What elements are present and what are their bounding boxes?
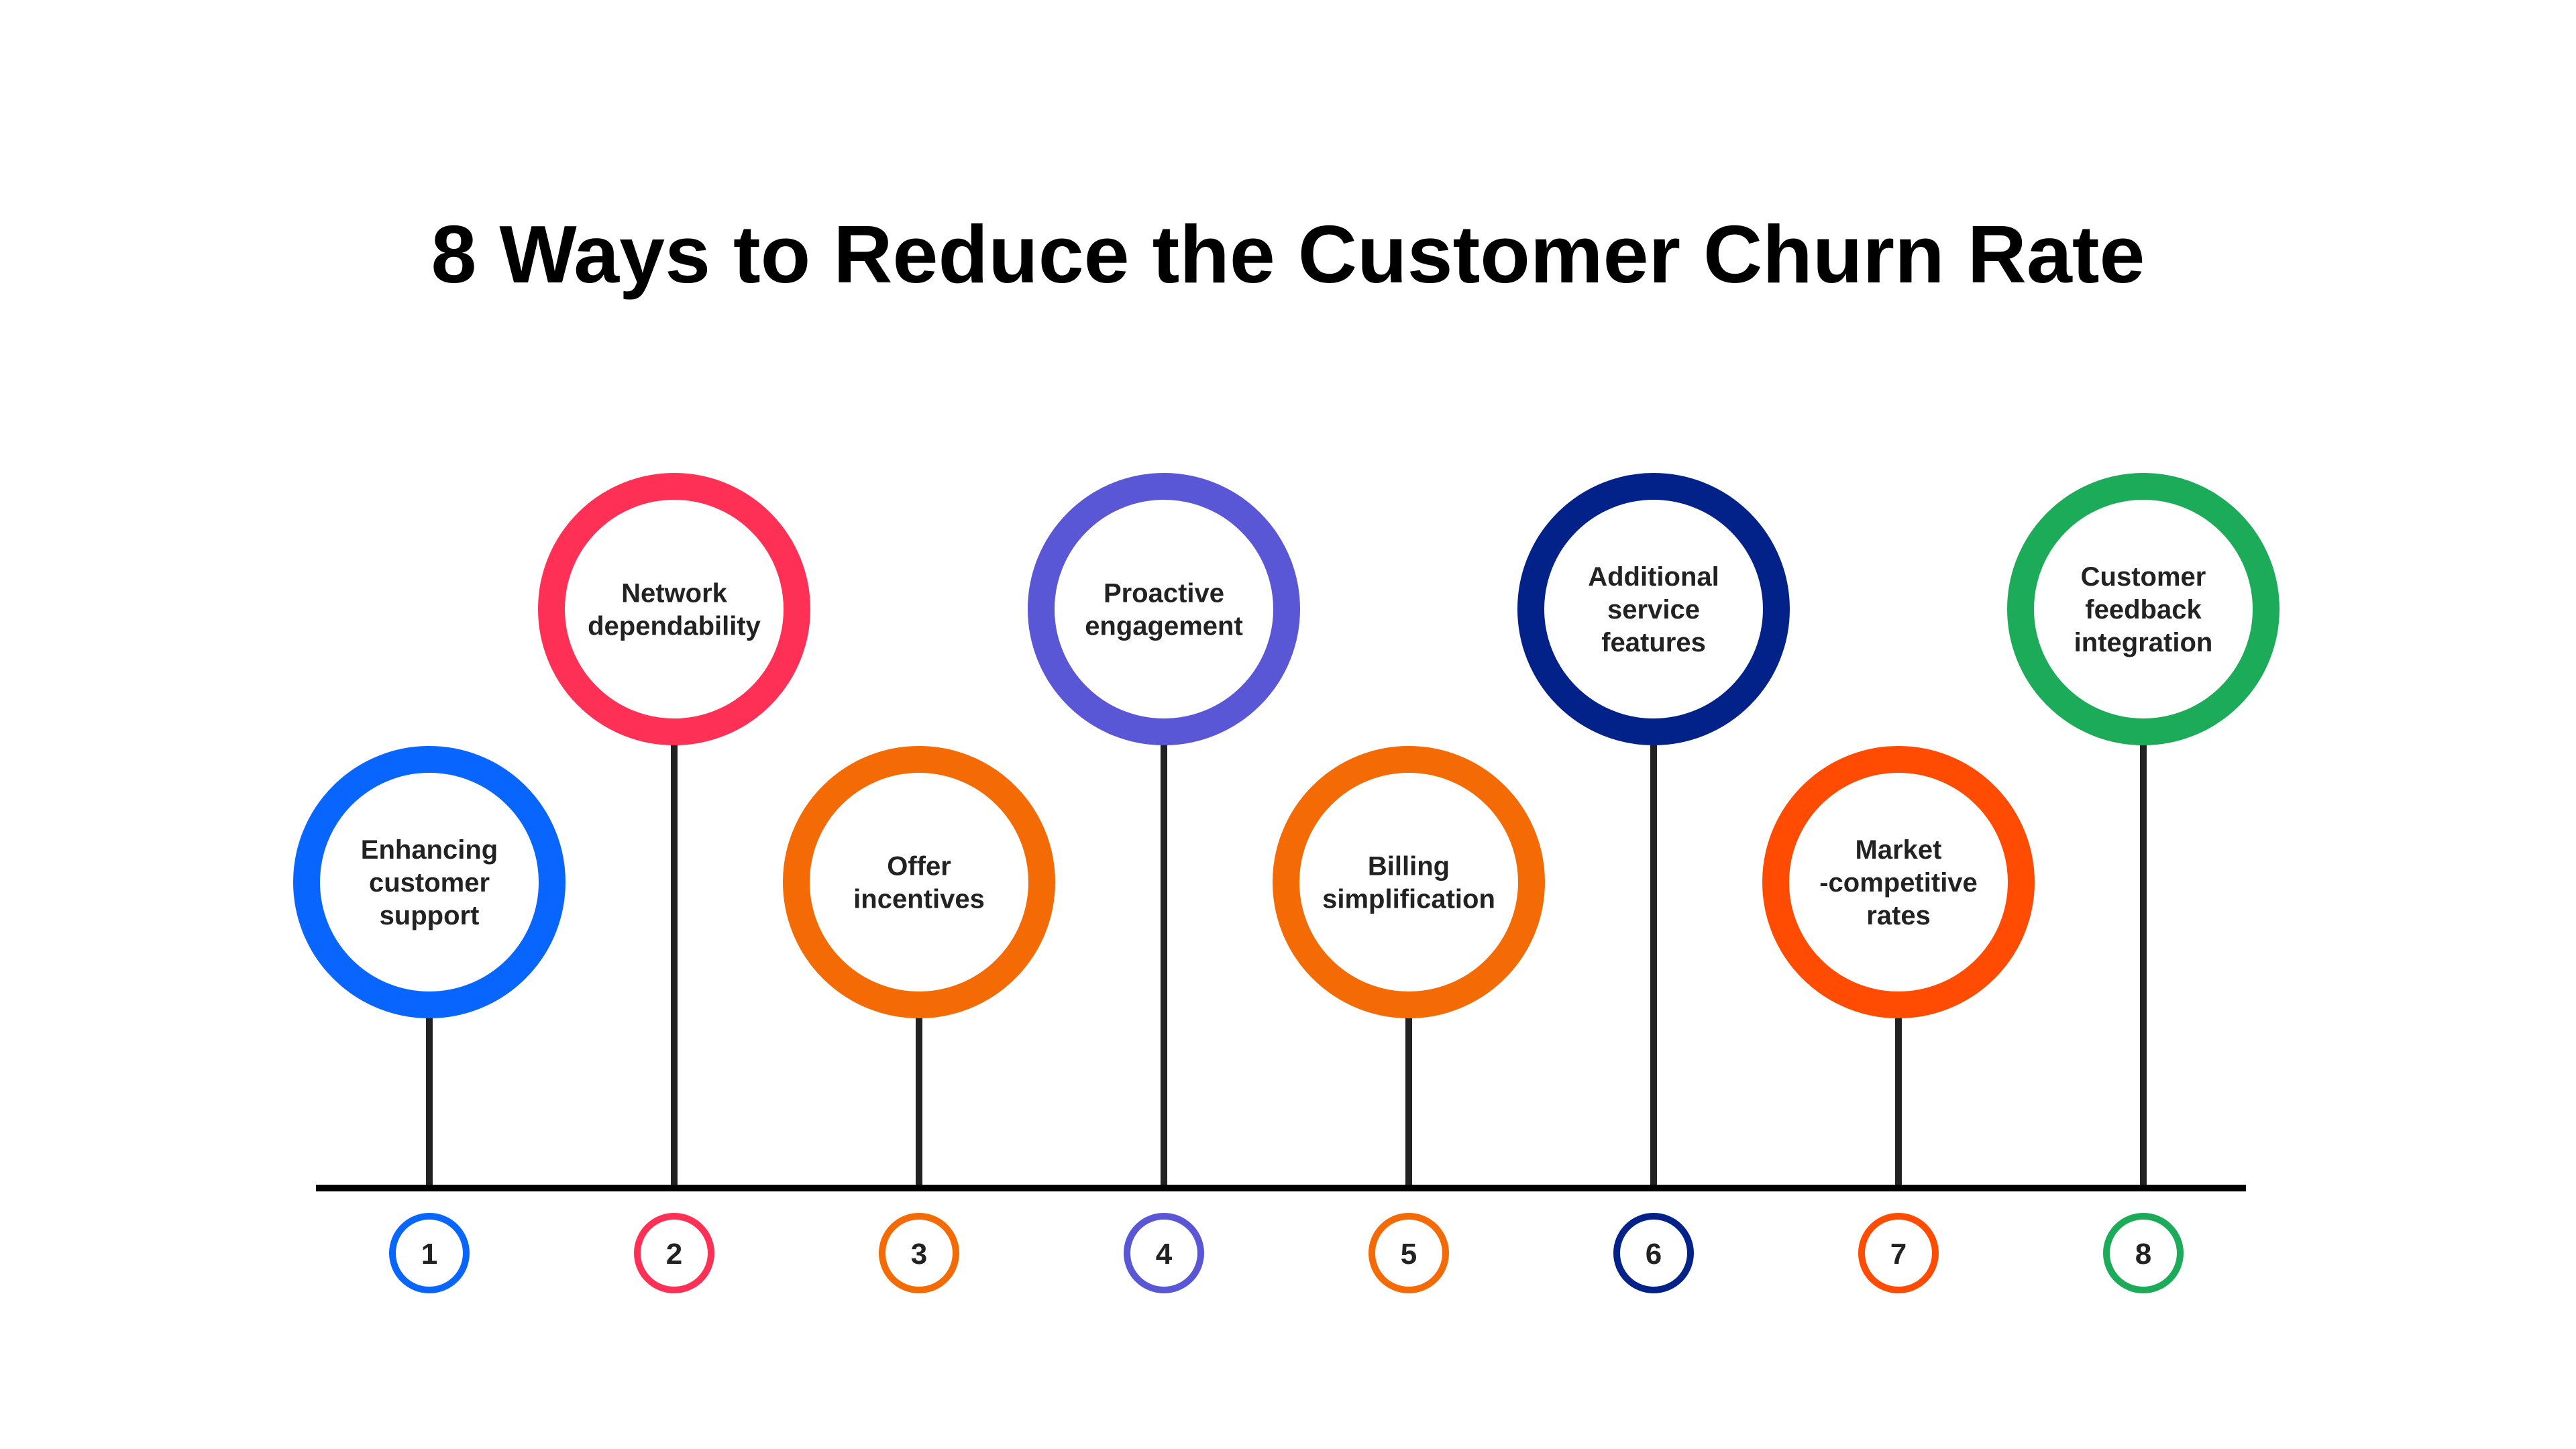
step-stem [426, 1005, 433, 1185]
step-label-line: Proactive [1104, 579, 1224, 608]
step-label-line: dependability [588, 612, 761, 641]
step-stem [1405, 1005, 1412, 1185]
step-label-line: -competitive [1819, 868, 1978, 898]
infographic-canvas: 8 Ways to Reduce the Customer Churn Rate… [0, 0, 2576, 1449]
step-label: Customer feedback integration [2074, 562, 2213, 657]
step-label-line: features [1601, 628, 1706, 657]
step-number: 8 [2135, 1238, 2151, 1271]
step-stem [1161, 732, 1167, 1185]
step-number: 2 [666, 1238, 682, 1271]
step-label-line: support [380, 901, 480, 930]
step-label-line: Enhancing [361, 835, 498, 865]
step-label-line: Billing [1368, 852, 1450, 881]
step-stem [916, 1005, 922, 1185]
step-number: 7 [1890, 1238, 1907, 1271]
step-label-line: service [1607, 595, 1700, 625]
step-label-line: Customer [2081, 562, 2206, 592]
step-stem [1650, 732, 1657, 1185]
step-number: 3 [911, 1238, 927, 1271]
step-label: Enhancing customer support [361, 835, 498, 930]
step-number: 4 [1156, 1238, 1173, 1271]
step-stem [1895, 1005, 1902, 1185]
step-stem [671, 732, 678, 1185]
step-label: Additional service features [1588, 562, 1719, 657]
step-label-line: Offer [887, 852, 951, 881]
step-label-line: feedback [2085, 595, 2202, 625]
step-ring [1273, 746, 1545, 1018]
step-ring [1028, 473, 1300, 745]
step-label-line: rates [1866, 901, 1931, 930]
step-label-line: simplification [1322, 885, 1495, 914]
step-label-line: engagement [1085, 612, 1243, 641]
step-label-line: incentives [853, 885, 985, 914]
step-stem [2140, 732, 2147, 1185]
step-number: 1 [421, 1238, 437, 1271]
page-title: 8 Ways to Reduce the Customer Churn Rate [431, 209, 2145, 300]
step-label-line: Market [1856, 835, 1942, 865]
step-ring [783, 746, 1055, 1018]
step-number: 5 [1401, 1238, 1417, 1271]
timeline-baseline [316, 1185, 2246, 1191]
step-label-line: Network [621, 579, 728, 608]
step-label-line: integration [2074, 628, 2213, 657]
step-ring [538, 473, 810, 745]
step-label-line: customer [369, 868, 490, 898]
step-label-line: Additional [1588, 562, 1719, 592]
step-number: 6 [1646, 1238, 1662, 1271]
